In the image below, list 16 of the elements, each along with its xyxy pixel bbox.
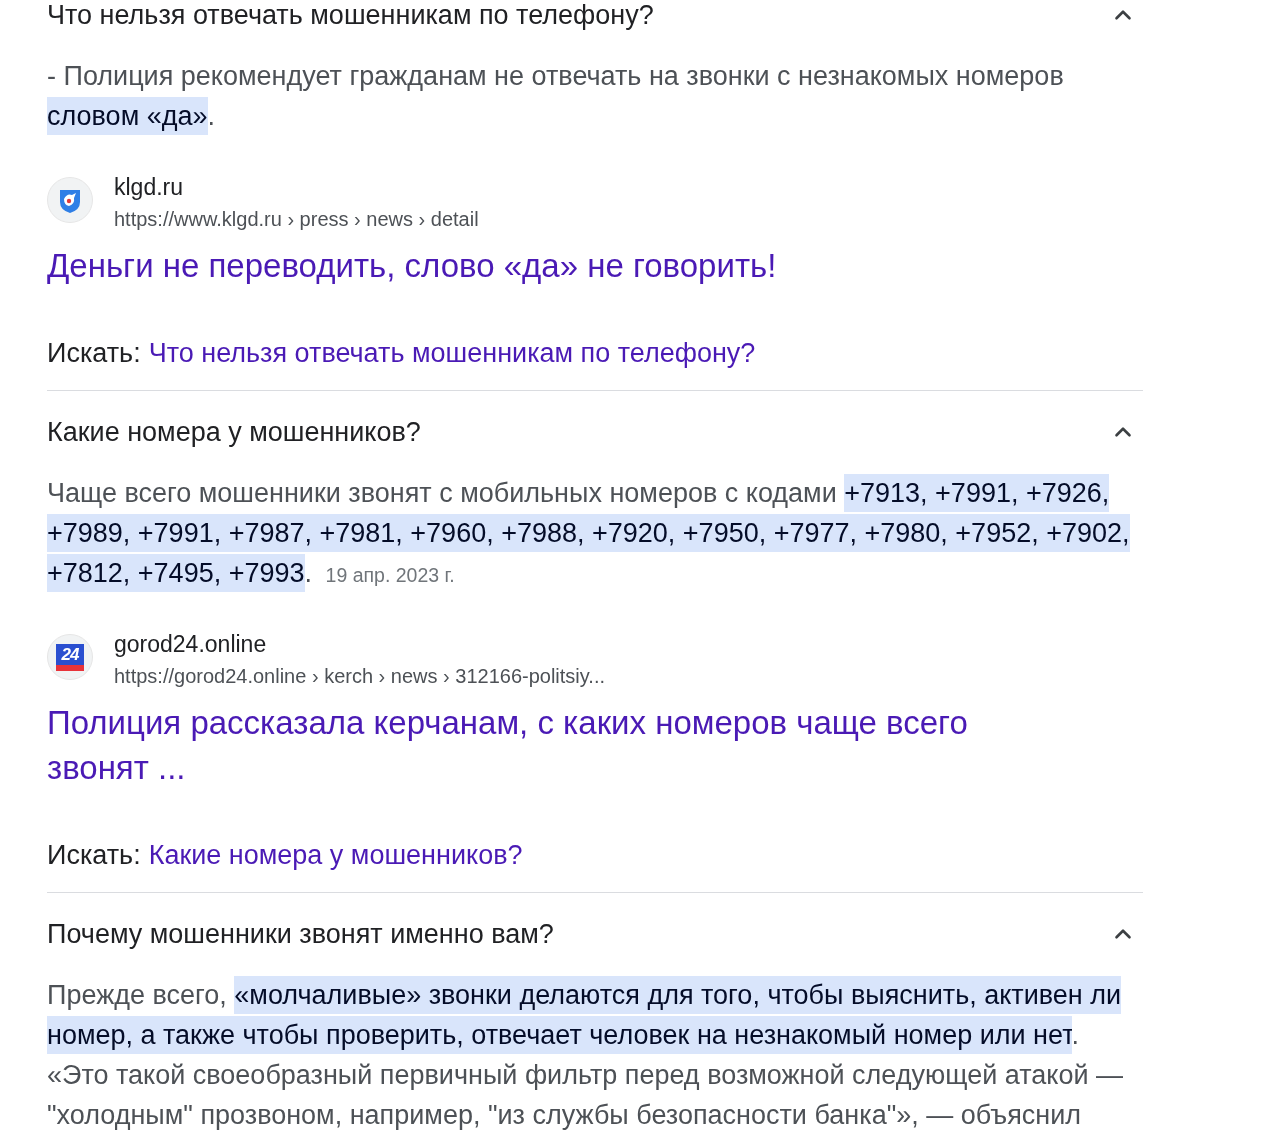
search-query-link[interactable]: Что нельзя отвечать мошенникам по телефону?	[148, 337, 756, 369]
question-text: Что нельзя отвечать мошенникам по телефону?	[47, 0, 654, 31]
question-text: Какие номера у мошенников?	[47, 416, 421, 448]
search-label: Искать:	[47, 839, 141, 871]
site-name: gorod24.online	[114, 630, 268, 658]
search-label: Искать:	[47, 337, 141, 369]
result-title-link[interactable]: Полиция рассказала керчанам, с каких номеров чаще всего звонят ...	[47, 700, 987, 790]
breadcrumb-url: https://gorod24.online › kerch › news › 312166-politsiy...	[114, 664, 605, 689]
result-title-link[interactable]: Деньги не переводить, слово «да» не говорить!	[47, 243, 777, 288]
site-name: klgd.ru	[114, 173, 185, 201]
site-logo: 24	[47, 634, 93, 680]
answer-text: - Полиция рекомендует гражданам не отвечать на звонки с незнакомых номеров словом «да».	[47, 56, 1143, 136]
search-query-link[interactable]: Какие номера у мошенников?	[148, 839, 523, 871]
question-text: Почему мошенники звонят именно вам?	[47, 918, 554, 950]
shield-emblem-icon	[47, 177, 93, 223]
breadcrumb-url: https://www.klgd.ru › press › news › detail	[114, 207, 479, 232]
